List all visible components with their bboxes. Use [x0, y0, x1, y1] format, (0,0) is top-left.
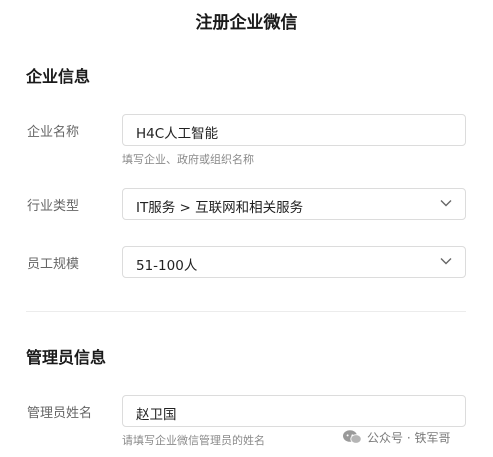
admin-name-value: 赵卫国 — [136, 407, 177, 423]
company-size-value: 51-100人 — [136, 258, 198, 274]
wechat-official-account-icon — [343, 430, 362, 444]
company-name-hint: 填写企业、政府或组织名称 — [122, 153, 254, 166]
chevron-down-icon — [440, 200, 452, 207]
page-title: 注册企业微信 — [195, 13, 298, 33]
admin-name-hint: 请填写企业微信管理员的姓名 — [122, 434, 265, 447]
chevron-down-icon — [440, 258, 452, 265]
industry-label: 行业类型 — [27, 199, 80, 214]
admin-name-row: 管理员姓名 赵卫国 — [0, 395, 493, 427]
company-size-select[interactable]: 51-100人 — [122, 246, 466, 278]
industry-value: IT服务 > 互联网和相关服务 — [136, 200, 304, 216]
section-title-admin: 管理员信息 — [26, 348, 107, 367]
company-size-row: 员工规模 51-100人 — [0, 246, 493, 278]
company-name-value: H4C人工智能 — [136, 126, 219, 142]
company-name-label: 企业名称 — [27, 125, 80, 140]
watermark-text: 公众号 · 铁军哥 — [367, 430, 451, 445]
watermark: 公众号 · 铁军哥 — [342, 427, 450, 447]
company-size-label: 员工规模 — [27, 257, 80, 272]
industry-select[interactable]: IT服务 > 互联网和相关服务 — [122, 188, 466, 220]
section-title-company: 企业信息 — [26, 67, 91, 86]
admin-name-label: 管理员姓名 — [27, 406, 93, 421]
section-divider — [26, 311, 466, 312]
company-name-row: 企业名称 H4C人工智能 — [0, 114, 493, 146]
company-name-input[interactable]: H4C人工智能 — [122, 114, 466, 146]
admin-name-input[interactable]: 赵卫国 — [122, 395, 466, 427]
industry-row: 行业类型 IT服务 > 互联网和相关服务 — [0, 188, 493, 220]
